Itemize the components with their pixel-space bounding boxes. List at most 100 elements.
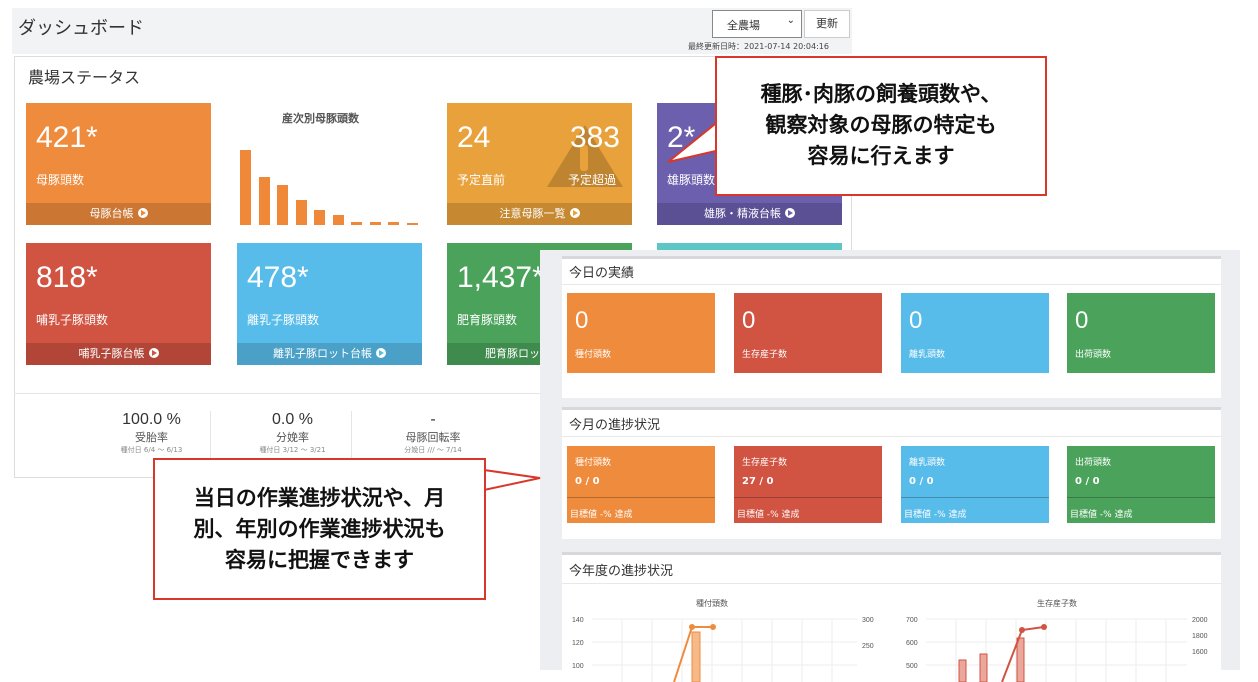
- breeding-left-tick-2: 100: [572, 663, 584, 670]
- farm-select-value: 全農場: [727, 19, 760, 32]
- month-tile-divider: [901, 497, 1049, 498]
- month-tile: 出荷頭数 0 / 0 目標値 -% 達成: [1067, 446, 1215, 523]
- month-tile-value: 0 / 0: [909, 476, 934, 487]
- breeding-point: [710, 624, 716, 630]
- weaned-piglet-count: 478*: [247, 261, 309, 294]
- live-born-right-tick-2: 1600: [1192, 649, 1208, 656]
- due-tile[interactable]: 24 予定直前 383 予定超過 注意母豚一覧: [447, 103, 632, 225]
- month-tile-target: 目標値 -% 達成: [1070, 510, 1133, 520]
- due-soon-label: 予定直前: [457, 173, 506, 187]
- month-tile-value: 0 / 0: [1075, 476, 1100, 487]
- live-born-chart-title: 生存産子数: [1037, 598, 1077, 608]
- bottom-callout-line: 容易に把握できます: [225, 548, 414, 572]
- fattening-pig-label: 肥育豚頭数: [457, 313, 518, 327]
- month-tile-value: 0 / 0: [575, 476, 600, 487]
- breeding-right-tick-1: 250: [862, 643, 874, 650]
- arrow-circle-right-icon: [148, 348, 159, 358]
- sow-turnover-range: 分娩日 /// ～ 7/14: [404, 446, 462, 454]
- breeding-bar: [691, 631, 701, 682]
- top-callout-line: 容易に行えます: [807, 144, 955, 168]
- breeding-left-tick-0: 140: [572, 617, 584, 624]
- bottom-callout-line: 別、年別の作業進捗状況も: [193, 517, 446, 541]
- boar-semen-ledger-link-label: 雄豚・精液台帳: [704, 207, 781, 220]
- month-tile-divider: [567, 497, 715, 498]
- live-born-right-tick-0: 2000: [1192, 617, 1208, 624]
- conception-rate-value: 100.0 %: [122, 411, 181, 428]
- live-born-bar: [979, 653, 988, 682]
- page-title: ダッシュボード: [18, 18, 144, 39]
- today-tile-label: 出荷頭数: [1075, 350, 1112, 360]
- farrowing-rate-label: 分娩率: [276, 431, 309, 444]
- live-born-point: [1041, 624, 1047, 630]
- today-tile-value: 0: [909, 307, 923, 334]
- boar-label: 雄豚頭数: [667, 173, 716, 187]
- watch-sow-list-link-label: 注意母豚一覧: [499, 207, 566, 220]
- parity-bar: [314, 210, 325, 225]
- bottom-callout: 当日の作業進捗状況や、月 別、年別の作業進捗状況も 容易に把握できます: [153, 458, 486, 600]
- year-title: 今年度の進捗状況: [569, 564, 674, 579]
- conception-rate-range: 種付日 6/4 ～ 6/13: [120, 446, 183, 454]
- live-born-left-tick-0: 700: [906, 617, 918, 624]
- boar-count: 2*: [667, 121, 696, 154]
- today-tile-label: 生存産子数: [742, 350, 788, 360]
- suckling-piglet-tile[interactable]: 818* 哺乳子豚頭数 哺乳子豚台帳: [26, 243, 211, 365]
- today-divider: [562, 284, 1221, 285]
- sow-ledger-link-label: 母豚台帳: [89, 207, 134, 220]
- sow-label: 母豚頭数: [36, 173, 85, 187]
- weaned-piglet-lot-ledger-link[interactable]: 離乳子豚ロット台帳: [237, 343, 422, 365]
- fattening-pig-ledger-link-label: 肥育豚ロッ: [485, 347, 540, 360]
- farm-select[interactable]: 全農場 ⌄: [712, 10, 802, 38]
- overdue-label: 予定超過: [567, 173, 616, 187]
- month-divider: [562, 436, 1221, 437]
- parity-bar: [369, 221, 381, 225]
- today-tile-value: 0: [1075, 307, 1089, 334]
- breeding-left-tick-1: 120: [572, 640, 584, 647]
- arrow-circle-right-icon: [137, 208, 148, 218]
- month-title: 今月の進捗状況: [569, 418, 661, 433]
- month-tile: 離乳頭数 0 / 0 目標値 -% 達成: [901, 446, 1049, 523]
- live-born-point: [1019, 627, 1025, 633]
- top-callout-line: 観察対象の母豚の特定も: [765, 113, 997, 137]
- suckling-piglet-ledger-link[interactable]: 哺乳子豚台帳: [26, 343, 211, 365]
- parity-bar: [258, 177, 270, 225]
- fattening-pig-count: 1,437*: [457, 261, 544, 294]
- sow-ledger-link[interactable]: 母豚台帳: [26, 203, 211, 225]
- suckling-piglet-label: 哺乳子豚頭数: [36, 313, 109, 327]
- breeding-grid: [592, 618, 857, 682]
- watch-sow-list-link[interactable]: 注意母豚一覧: [447, 203, 632, 225]
- sow-tile[interactable]: 421* 母豚頭数 母豚台帳: [26, 103, 211, 225]
- live-born-left-tick-1: 600: [906, 640, 918, 647]
- arrow-circle-right-icon: [785, 208, 795, 218]
- boar-semen-ledger-link[interactable]: 雄豚・精液台帳: [657, 203, 842, 225]
- suckling-piglet-count: 818*: [36, 261, 98, 294]
- chevron-down-icon: ⌄: [786, 15, 795, 26]
- conception-rate-stat: 100.0 % 受胎率 種付日 6/4 ～ 6/13: [93, 411, 211, 459]
- month-tile-label: 離乳頭数: [909, 458, 946, 468]
- month-tile-divider: [734, 497, 882, 498]
- weaned-piglet-tile[interactable]: 478* 離乳子豚頭数 離乳子豚ロット台帳: [237, 243, 422, 365]
- breeding-point: [689, 624, 695, 630]
- farrowing-rate-range: 種付日 3/12 ～ 3/21: [259, 446, 326, 454]
- month-tile-label: 出荷頭数: [1075, 458, 1112, 468]
- sow-count: 421*: [36, 121, 98, 154]
- suckling-piglet-ledger-link-label: 哺乳子豚台帳: [78, 347, 145, 360]
- live-born-bar: [958, 659, 967, 682]
- month-tile: 種付頭数 0 / 0 目標値 -% 達成: [567, 446, 715, 523]
- today-tile: 0 生存産子数: [734, 293, 882, 373]
- parity-bar: [351, 221, 362, 225]
- month-tile-label: 種付頭数: [575, 458, 612, 468]
- refresh-button[interactable]: 更新: [804, 10, 850, 38]
- sow-turnover-stat: - 母豚回転率 分娩日 /// ～ 7/14: [374, 411, 492, 459]
- last-updated: 最終更新日時：2021-07-14 20:04:16: [688, 42, 829, 51]
- month-tile-target: 目標値 -% 達成: [737, 510, 800, 520]
- today-tile: 0 出荷頭数: [1067, 293, 1215, 373]
- year-divider: [562, 583, 1221, 584]
- weaned-piglet-label: 離乳子豚頭数: [247, 313, 320, 327]
- live-born-right-tick-1: 1800: [1192, 633, 1208, 640]
- conception-rate-label: 受胎率: [135, 431, 168, 444]
- month-tile-target: 目標値 -% 達成: [904, 510, 967, 520]
- today-title: 今日の実績: [569, 266, 635, 281]
- parity-bar: [332, 214, 344, 225]
- overdue-count: 383: [569, 121, 620, 154]
- live-born-left-tick-2: 500: [906, 663, 918, 670]
